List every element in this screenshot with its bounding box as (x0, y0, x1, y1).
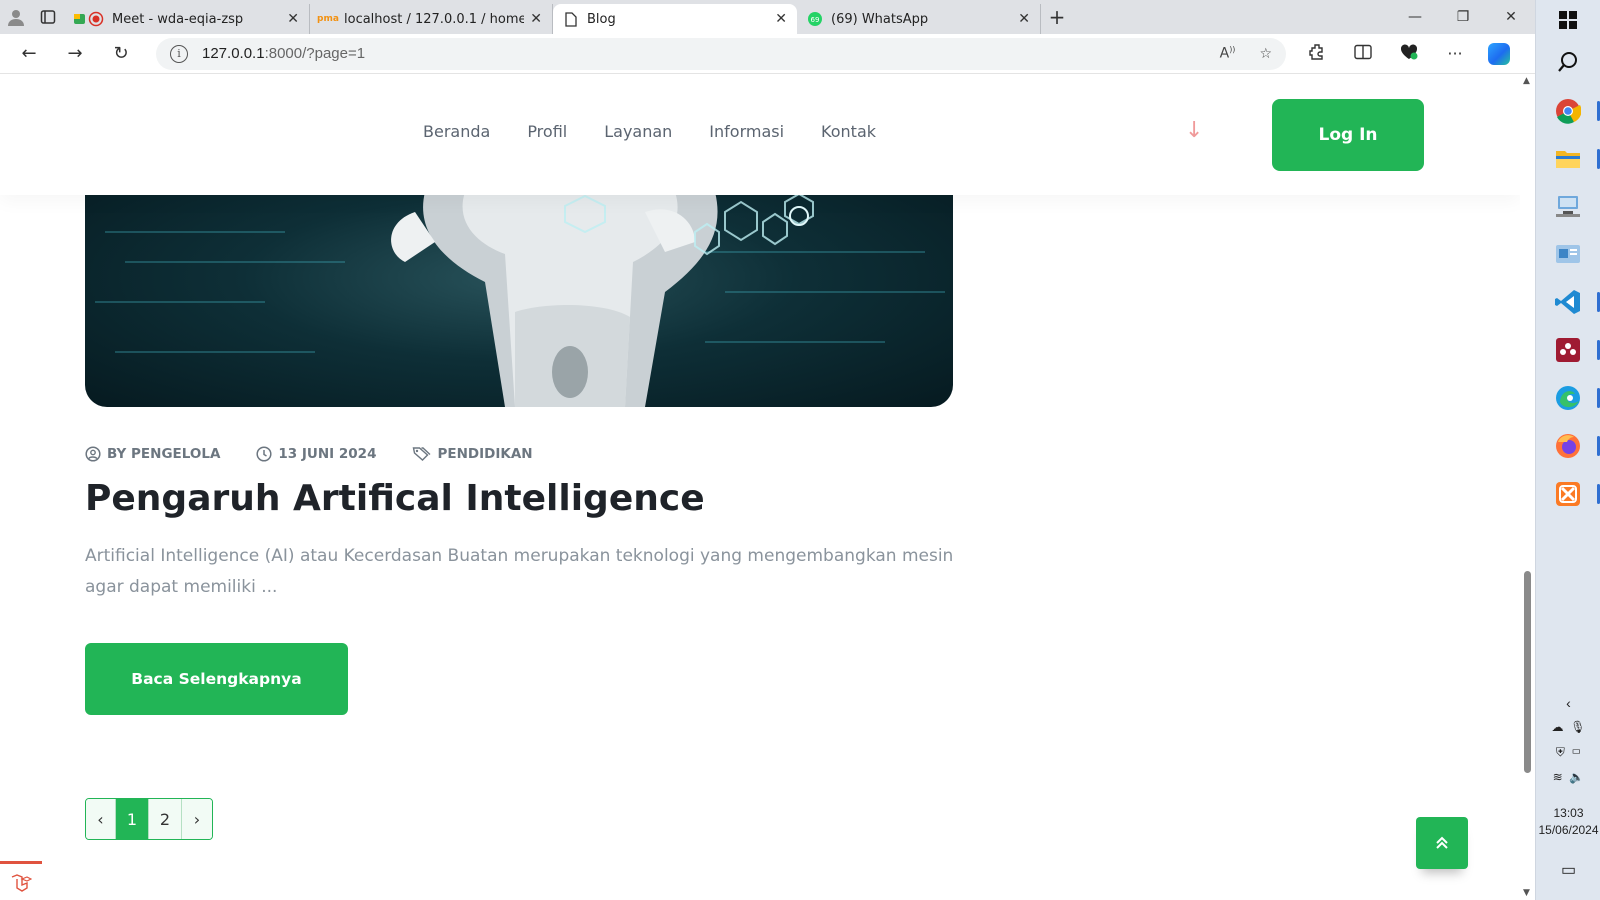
close-tab-icon[interactable]: ✕ (530, 11, 542, 27)
wifi-icon[interactable]: ≋ (1553, 770, 1563, 784)
tab-actions-icon[interactable] (32, 2, 64, 32)
user-circle-icon (85, 446, 101, 462)
address-bar[interactable]: i 127.0.0.1:8000/?page=1 A)) ☆ (156, 37, 1286, 70)
firefox-icon[interactable] (1552, 430, 1600, 462)
scrollbar-thumb[interactable] (1524, 571, 1531, 773)
window-controls: — ❐ ✕ (1391, 0, 1535, 34)
site-header: Beranda Profil Layanan Informasi Kontak … (0, 74, 1520, 195)
profile-icon[interactable] (0, 2, 32, 32)
close-window-icon[interactable]: ✕ (1487, 0, 1535, 34)
tray-icons-row-2: ⛨ ▭ (1536, 745, 1600, 760)
post-image (85, 192, 953, 407)
nav-item-profil[interactable]: Profil (527, 122, 567, 141)
microphone-icon[interactable]: 🎙 (1570, 720, 1585, 734)
favorite-star-icon[interactable]: ☆ (1259, 46, 1272, 62)
url-text[interactable]: 127.0.0.1:8000/?page=1 (202, 45, 1196, 62)
tab-phpmyadmin[interactable]: pma localhost / 127.0.0.1 / homestead ✕ (310, 4, 553, 34)
reload-icon[interactable]: ↻ (98, 43, 144, 64)
edge-icon[interactable] (1552, 382, 1600, 414)
extensions-icon[interactable] (1294, 43, 1340, 65)
pagination: ‹ 1 2 › (85, 798, 213, 840)
tray-icons-row-1: ☁ 🎙 (1536, 720, 1600, 734)
page-scrollbar[interactable]: ▲ ▼ (1520, 74, 1535, 900)
post-author: BY PENGELOLA (85, 446, 220, 462)
page-viewport: Beranda Profil Layanan Informasi Kontak … (0, 74, 1520, 900)
close-tab-icon[interactable]: ✕ (1018, 11, 1030, 27)
read-aloud-icon[interactable]: A)) (1220, 45, 1236, 62)
chrome-icon[interactable] (1552, 95, 1600, 127)
scroll-down-arrow[interactable]: ▼ (1523, 888, 1530, 898)
whatsapp-icon: 69 (807, 11, 823, 27)
notifications-icon[interactable]: ▭ (1536, 860, 1600, 880)
double-chevron-up-icon (1436, 836, 1448, 849)
browser-essentials-icon[interactable] (1386, 43, 1432, 65)
search-icon[interactable] (1552, 46, 1584, 78)
network-computer-icon[interactable] (1552, 190, 1584, 222)
post-date: 13 JUNI 2024 (256, 446, 376, 462)
login-button[interactable]: Log In (1272, 99, 1424, 171)
scroll-up-arrow[interactable]: ▲ (1523, 76, 1530, 86)
copilot-icon[interactable] (1488, 42, 1510, 65)
close-tab-icon[interactable]: ✕ (287, 11, 299, 27)
pagination-page-1[interactable]: 1 (116, 799, 149, 839)
nav-item-kontak[interactable]: Kontak (821, 122, 876, 141)
post-title[interactable]: Pengaruh Artifical Intelligence (85, 478, 705, 519)
address-toolbar: ← → ↻ i 127.0.0.1:8000/?page=1 A)) ☆ ··· (0, 34, 1535, 74)
url-path: :8000/?page=1 (264, 45, 366, 62)
onedrive-icon[interactable]: ☁ (1552, 720, 1564, 734)
battery-icon[interactable]: ▭ (1572, 745, 1582, 759)
post-category[interactable]: PENDIDIKAN (412, 446, 533, 462)
volume-icon[interactable]: 🔈 (1569, 770, 1584, 784)
back-icon[interactable]: ← (6, 43, 52, 64)
meet-icon (74, 11, 104, 27)
restore-icon[interactable]: ❐ (1439, 0, 1487, 34)
more-menu-icon[interactable]: ··· (1432, 44, 1478, 63)
browser-tab-strip: Meet - wda-eqia-zsp ✕ pma localhost / 12… (0, 0, 1535, 34)
clock-date[interactable]: 15/06/2024 (1536, 823, 1600, 837)
back-to-top-button[interactable] (1416, 817, 1468, 869)
close-tab-icon[interactable]: ✕ (775, 11, 787, 27)
laravel-debugbar-icon[interactable] (0, 861, 42, 900)
tab-meet[interactable]: Meet - wda-eqia-zsp ✕ (64, 4, 310, 34)
nav-item-beranda[interactable]: Beranda (423, 122, 490, 141)
tab-whatsapp[interactable]: 69 (69) WhatsApp ✕ (797, 4, 1041, 34)
pagination-prev[interactable]: ‹ (86, 799, 116, 839)
svg-text:69: 69 (811, 16, 820, 24)
split-screen-icon[interactable] (1340, 44, 1386, 64)
read-more-button[interactable]: Baca Selengkapnya (85, 643, 348, 715)
tags-icon (413, 447, 431, 461)
windows-taskbar: ‹ ☁ 🎙 ⛨ ▭ ≋ 🔈 13:03 15/06/2024 ▭ (1535, 0, 1600, 900)
main-nav: Beranda Profil Layanan Informasi Kontak (423, 122, 876, 141)
nav-item-layanan[interactable]: Layanan (604, 122, 672, 141)
page-icon (563, 11, 579, 27)
file-explorer-icon[interactable] (1552, 143, 1600, 175)
tab-blog[interactable]: Blog ✕ (553, 4, 797, 34)
tray-icons-row-3: ≋ 🔈 (1536, 770, 1600, 784)
new-tab-icon[interactable]: + (1041, 5, 1073, 29)
post-category-label: PENDIDIKAN (437, 446, 533, 462)
vscode-icon[interactable] (1552, 286, 1600, 318)
security-shield-icon[interactable]: ⛨ (1556, 745, 1565, 759)
pagination-next[interactable]: › (182, 799, 212, 839)
post-meta: BY PENGELOLA 13 JUNI 2024 PENDIDIKAN (85, 446, 533, 462)
post-date-label: 13 JUNI 2024 (278, 446, 377, 462)
post-author-label: BY PENGELOLA (107, 446, 221, 462)
xampp-icon[interactable] (1552, 478, 1600, 510)
nav-item-informasi[interactable]: Informasi (709, 122, 784, 141)
site-info-icon[interactable]: i (170, 44, 188, 63)
windows-start-icon[interactable] (1552, 4, 1584, 36)
forward-icon[interactable]: → (52, 43, 98, 64)
clock-time[interactable]: 13:03 (1536, 806, 1600, 820)
phpmyadmin-icon: pma (317, 14, 339, 24)
pagination-page-2[interactable]: 2 (149, 799, 182, 839)
control-panel-icon[interactable] (1552, 238, 1584, 270)
clock-icon (256, 446, 272, 462)
post-excerpt: Artificial Intelligence (AI) atau Kecerd… (85, 546, 954, 597)
url-host: 127.0.0.1 (202, 45, 265, 62)
mendeley-icon[interactable] (1552, 334, 1600, 366)
show-hidden-icons-icon[interactable]: ‹ (1536, 695, 1600, 711)
minimize-icon[interactable]: — (1391, 0, 1439, 34)
arrow-down-icon[interactable]: ↓ (1185, 118, 1203, 143)
